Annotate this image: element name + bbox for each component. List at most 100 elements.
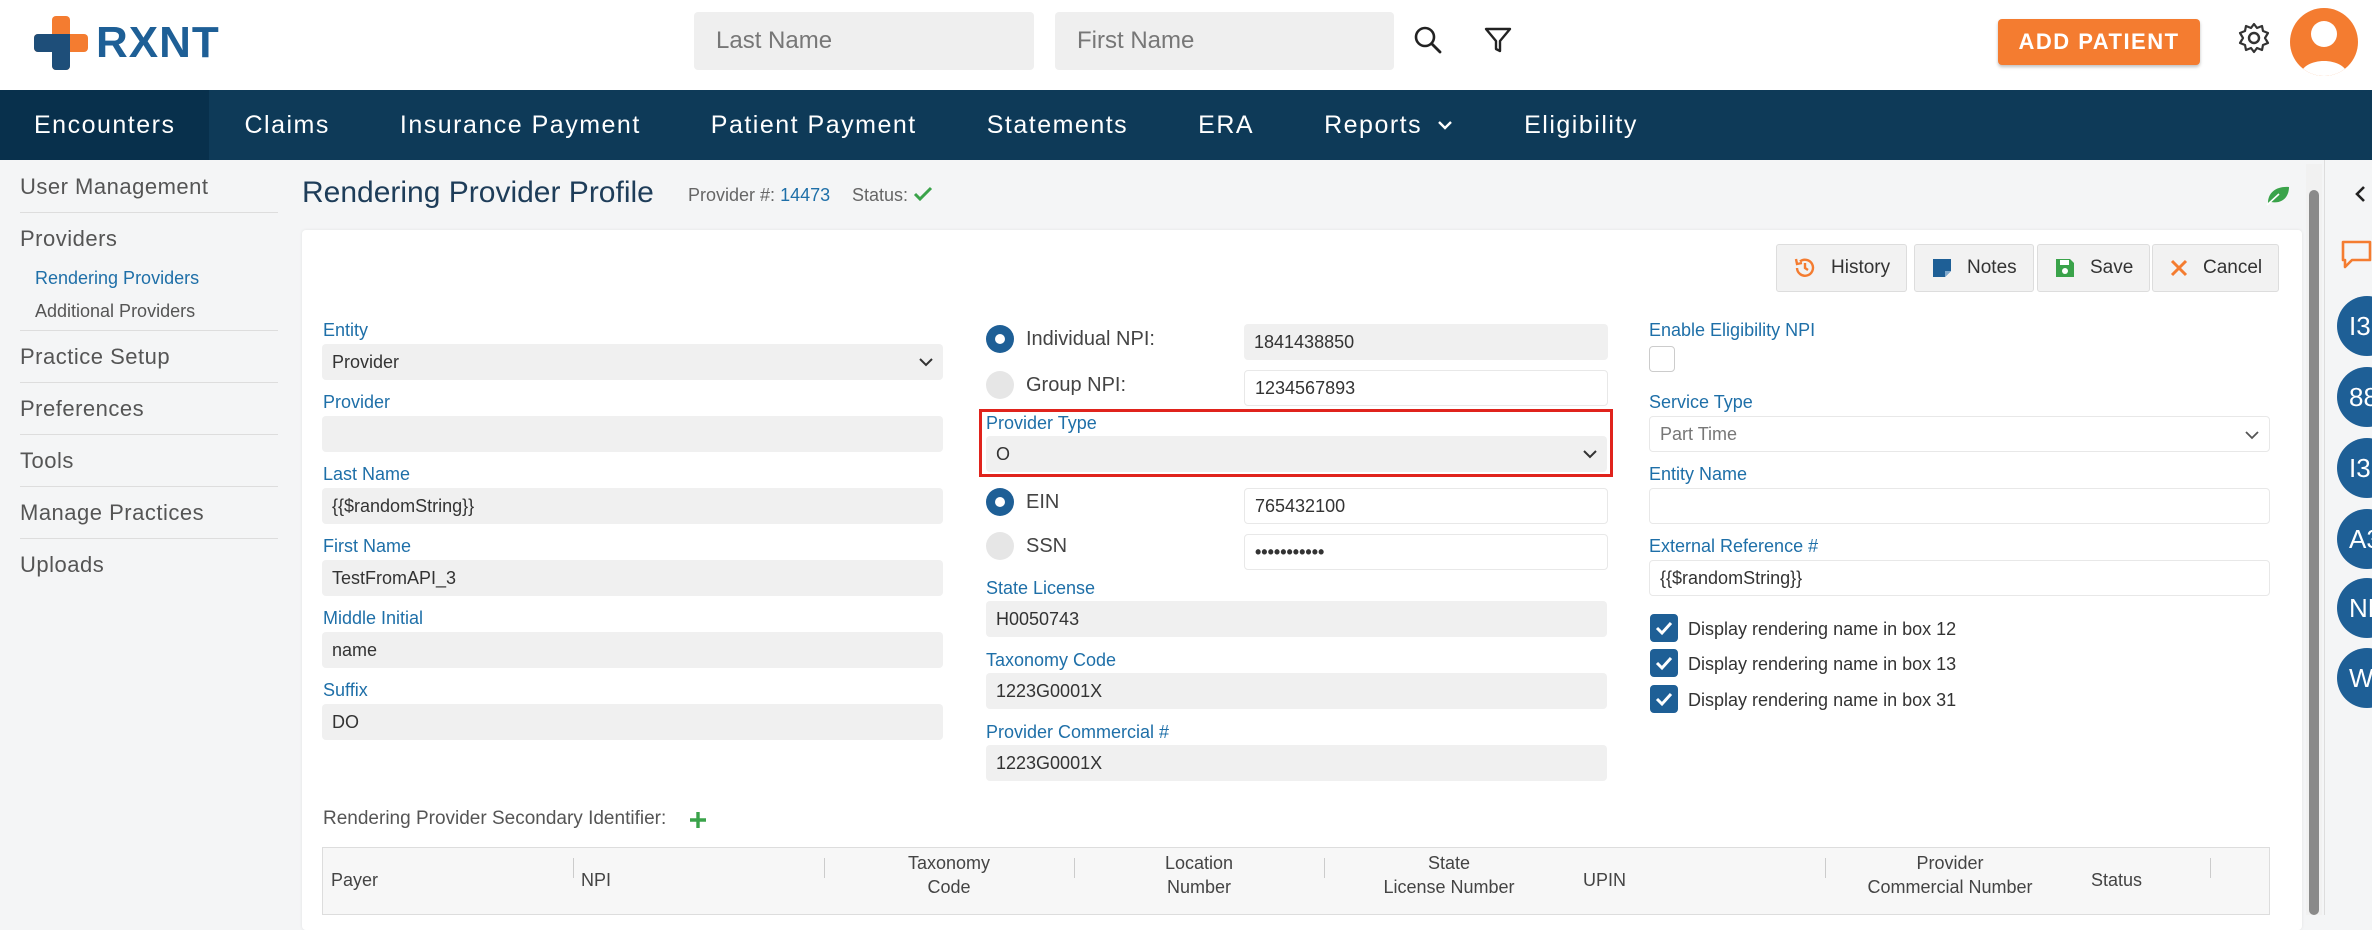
state-license-label: State License xyxy=(986,578,1096,598)
col-state-license-line1: State xyxy=(1427,853,1471,873)
nav-claims[interactable]: Claims xyxy=(209,90,364,160)
chat-icon[interactable] xyxy=(2340,238,2372,270)
external-ref-field[interactable]: {{$randomString}} xyxy=(1649,560,2270,596)
status: Status: xyxy=(852,185,933,206)
provider-commercial-field[interactable]: 1223G0001X xyxy=(986,745,1607,781)
rxnt-logo[interactable]: RXNT xyxy=(34,14,220,72)
sidebar-item-uploads[interactable]: Uploads xyxy=(20,552,104,578)
nav-encounters[interactable]: Encounters xyxy=(0,90,210,160)
individual-npi-field[interactable]: 1841438850 xyxy=(1244,324,1608,360)
service-type-select[interactable]: Part Time xyxy=(1649,416,2270,452)
top-header: RXNT ADD PATIENT xyxy=(0,0,2372,90)
user-avatar-icon xyxy=(2300,21,2348,76)
history-button-label: History xyxy=(1831,257,1891,278)
col-taxonomy-code-line2: Code xyxy=(927,877,971,897)
entity-name-field[interactable] xyxy=(1649,488,2270,524)
ein-radio[interactable] xyxy=(986,488,1014,516)
cancel-button[interactable]: Cancel xyxy=(2152,244,2280,292)
provider-commercial-label: Provider Commercial # xyxy=(986,722,1170,742)
ssn-label: SSN xyxy=(1026,535,1068,557)
ssn-field[interactable]: ••••••••••• xyxy=(1244,534,1608,570)
taxonomy-code-field[interactable]: 1223G0001X xyxy=(986,673,1607,709)
middle-initial-label: Middle Initial xyxy=(323,608,424,628)
col-provider-commercial-line1: Provider xyxy=(1916,853,1984,873)
suffix-field[interactable]: DO xyxy=(322,704,943,740)
group-npi-label: Group NPI: xyxy=(1026,374,1127,396)
col-taxonomy-code[interactable]: Taxonomy Code xyxy=(824,851,1074,899)
notes-button[interactable]: Notes xyxy=(1914,244,2034,292)
nav-insurance-payment[interactable]: Insurance Payment xyxy=(365,90,676,160)
filter-icon[interactable] xyxy=(1480,22,1516,58)
divider xyxy=(20,486,278,487)
last-name-label: Last Name xyxy=(323,464,411,484)
col-state-license-line2: License Number xyxy=(1383,877,1515,897)
nav-eligibility[interactable]: Eligibility xyxy=(1489,90,1673,160)
last-name-search-input[interactable] xyxy=(694,12,1034,70)
col-npi[interactable]: NPI xyxy=(581,868,611,892)
entity-select[interactable]: Provider xyxy=(322,344,943,380)
scrollbar-thumb[interactable] xyxy=(2309,190,2319,915)
sidebar-item-additional-providers[interactable]: Additional Providers xyxy=(35,301,195,322)
box13-checkbox[interactable] xyxy=(1650,649,1678,677)
col-upin[interactable]: UPIN xyxy=(1583,868,1626,892)
sidebar-item-practice-setup[interactable]: Practice Setup xyxy=(20,344,170,370)
col-location-number[interactable]: Location Number xyxy=(1074,851,1324,899)
suffix-label: Suffix xyxy=(323,680,368,700)
divider xyxy=(20,538,278,539)
chevron-down-icon xyxy=(2245,431,2259,440)
sidebar-item-tools[interactable]: Tools xyxy=(20,448,74,474)
entity-name-label: Entity Name xyxy=(1649,464,1748,484)
box12-label: Display rendering name in box 12 xyxy=(1688,619,1957,639)
first-name-label: First Name xyxy=(323,536,412,556)
state-license-field[interactable]: H0050743 xyxy=(986,601,1607,637)
chevron-left-icon[interactable] xyxy=(2352,184,2368,204)
user-avatar[interactable] xyxy=(2290,8,2358,76)
nav-statements[interactable]: Statements xyxy=(952,90,1163,160)
nav-reports[interactable]: Reports xyxy=(1289,90,1489,160)
box12-checkbox[interactable] xyxy=(1650,614,1678,642)
entity-select-value: Provider xyxy=(332,351,400,372)
ein-label: EIN xyxy=(1026,491,1060,513)
check-icon xyxy=(1655,656,1673,671)
col-status[interactable]: Status xyxy=(2091,868,2142,892)
search-icon[interactable] xyxy=(1410,22,1446,58)
col-state-license-number[interactable]: State License Number xyxy=(1324,851,1574,899)
add-icon[interactable] xyxy=(688,810,708,830)
ein-field[interactable]: 765432100 xyxy=(1244,488,1608,524)
group-npi-field[interactable]: 1234567893 xyxy=(1244,370,1608,406)
nav-reports-label: Reports xyxy=(1324,110,1423,139)
enable-eligibility-checkbox[interactable] xyxy=(1649,346,1675,372)
check-icon xyxy=(1655,692,1673,707)
group-npi-radio[interactable] xyxy=(986,371,1014,399)
last-name-field[interactable]: {{$randomString}} xyxy=(322,488,943,524)
status-label: Status: xyxy=(852,185,909,205)
middle-initial-field[interactable]: name xyxy=(322,632,943,668)
close-icon xyxy=(2170,259,2188,277)
col-provider-commercial-number[interactable]: Provider Commercial Number xyxy=(1825,851,2075,899)
box31-checkbox[interactable] xyxy=(1650,685,1678,713)
save-icon xyxy=(2056,259,2074,277)
nav-patient-payment[interactable]: Patient Payment xyxy=(676,90,952,160)
divider xyxy=(573,858,574,878)
first-name-field[interactable]: TestFromAPI_3 xyxy=(322,560,943,596)
sidebar-item-rendering-providers[interactable]: Rendering Providers xyxy=(35,268,199,289)
sidebar-item-manage-practices[interactable]: Manage Practices xyxy=(20,500,204,526)
save-button[interactable]: Save xyxy=(2037,244,2151,292)
col-payer[interactable]: Payer xyxy=(331,868,378,892)
provider-field[interactable] xyxy=(322,416,943,452)
individual-npi-radio[interactable] xyxy=(986,325,1014,353)
service-type-label: Service Type xyxy=(1649,392,1753,412)
box13-label: Display rendering name in box 13 xyxy=(1688,654,1957,674)
history-button[interactable]: History xyxy=(1776,244,1908,292)
sidebar-item-user-management[interactable]: User Management xyxy=(20,174,208,200)
ssn-radio[interactable] xyxy=(986,532,1014,560)
first-name-search-input[interactable] xyxy=(1055,12,1394,70)
gear-icon[interactable] xyxy=(2236,20,2272,56)
col-location-number-line1: Location xyxy=(1164,853,1234,873)
add-patient-button[interactable]: ADD PATIENT xyxy=(1998,19,2200,65)
notes-icon xyxy=(1933,259,1951,277)
nav-era[interactable]: ERA xyxy=(1163,90,1289,160)
history-icon xyxy=(1794,258,1815,277)
sidebar-item-preferences[interactable]: Preferences xyxy=(20,396,144,422)
sidebar-item-providers[interactable]: Providers xyxy=(20,226,117,252)
